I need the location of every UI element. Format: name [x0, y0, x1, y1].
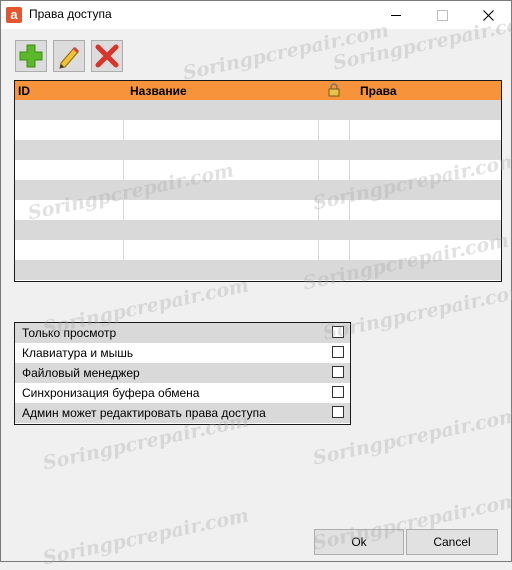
permissions-dialog: a Права доступа ID Название Права Только… — [0, 0, 512, 570]
delete-icon — [95, 44, 119, 68]
column-divider — [349, 240, 350, 260]
permission-checkbox[interactable] — [332, 406, 344, 418]
permission-checkbox[interactable] — [332, 366, 344, 378]
add-button[interactable] — [15, 40, 47, 72]
anydesk-icon: a — [6, 7, 22, 23]
watermark: Soringpcrepair.com — [181, 19, 391, 85]
column-divider — [123, 240, 124, 260]
permissions-checklist: Только просмотр Клавиатура и мышь Файлов… — [14, 322, 351, 425]
grid-row[interactable] — [15, 160, 501, 180]
close-button[interactable] — [465, 1, 511, 29]
column-divider — [123, 120, 124, 140]
column-divider — [318, 160, 319, 180]
minimize-icon — [391, 14, 401, 16]
grid-row[interactable] — [15, 140, 501, 160]
grid-row[interactable] — [15, 120, 501, 140]
add-icon — [19, 44, 43, 68]
grid-row[interactable] — [15, 100, 501, 120]
grid-row[interactable] — [15, 240, 501, 260]
column-divider — [123, 200, 124, 220]
maximize-button[interactable] — [419, 1, 465, 29]
grid-row[interactable] — [15, 220, 501, 240]
edit-button[interactable] — [53, 40, 85, 72]
column-divider — [349, 200, 350, 220]
edit-pencil-icon — [59, 46, 80, 69]
lock-icon — [328, 83, 340, 97]
permission-keyboard-mouse[interactable]: Клавиатура и мышь — [15, 343, 350, 363]
permission-label: Файловый менеджер — [22, 366, 140, 380]
column-header-name[interactable]: Название — [130, 84, 187, 98]
permission-label: Синхронизация буфера обмена — [22, 386, 200, 400]
column-header-id[interactable]: ID — [18, 84, 30, 98]
column-header-lock[interactable] — [328, 83, 340, 100]
column-divider — [318, 200, 319, 220]
grid-row[interactable] — [15, 180, 501, 200]
grid-header: ID Название Права — [15, 81, 501, 100]
permission-checkbox[interactable] — [332, 386, 344, 398]
column-divider — [349, 120, 350, 140]
grid-row[interactable] — [15, 200, 501, 220]
permission-label: Админ может редактировать права доступа — [22, 406, 266, 420]
column-divider — [123, 160, 124, 180]
permission-label: Только просмотр — [22, 326, 117, 340]
permission-clipboard-sync[interactable]: Синхронизация буфера обмена — [15, 383, 350, 403]
permission-admin-edit[interactable]: Админ может редактировать права доступа — [15, 403, 350, 423]
permission-file-manager[interactable]: Файловый менеджер — [15, 363, 350, 383]
permission-label: Клавиатура и мышь — [22, 346, 134, 360]
close-icon — [482, 9, 494, 21]
access-list-grid[interactable]: ID Название Права — [14, 80, 502, 282]
grid-row[interactable] — [15, 260, 501, 280]
cancel-button[interactable]: Cancel — [406, 529, 498, 555]
permission-checkbox[interactable] — [332, 326, 344, 338]
column-divider — [318, 240, 319, 260]
delete-button[interactable] — [91, 40, 123, 72]
column-divider — [318, 120, 319, 140]
column-header-rights[interactable]: Права — [360, 84, 397, 98]
ok-button[interactable]: Ok — [314, 529, 404, 555]
column-divider — [349, 160, 350, 180]
minimize-button[interactable] — [373, 1, 419, 29]
permission-checkbox[interactable] — [332, 346, 344, 358]
permission-view-only[interactable]: Только просмотр — [15, 323, 350, 343]
title-bar[interactable]: a Права доступа — [1, 1, 511, 29]
watermark: Soringpcrepair.com — [41, 504, 251, 570]
window-title: Права доступа — [29, 7, 112, 21]
maximize-icon — [436, 9, 448, 21]
